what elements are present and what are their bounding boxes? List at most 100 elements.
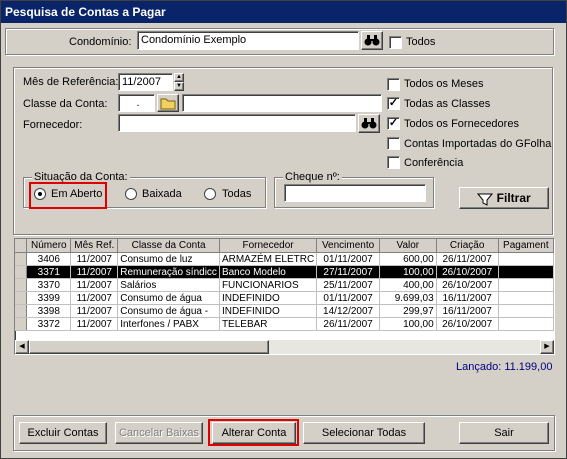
table-cell: Remuneração síndicc <box>117 265 220 279</box>
excluir-contas-button[interactable]: Excluir Contas <box>19 422 107 444</box>
todos-meses-checkbox[interactable] <box>387 78 400 91</box>
conferencia-checkbox[interactable] <box>387 156 400 169</box>
table-cell: FUNCIONARIOS <box>219 278 318 292</box>
todas-classes-label: Todas as Classes <box>404 98 491 110</box>
radio-todas-label: Todas <box>222 188 252 200</box>
todas-classes-checkbox[interactable]: ✓ <box>387 97 400 110</box>
cheque-label: Cheque nº: <box>283 171 342 183</box>
mes-field[interactable]: 11/2007 <box>118 73 173 91</box>
table-cell: 100,00 <box>379 317 437 331</box>
table-cell: 3399 <box>26 291 72 305</box>
scroll-left-button[interactable]: ◀ <box>15 340 29 354</box>
window: Pesquisa de Contas a Pagar Condomínio: C… <box>0 0 567 459</box>
table-cell: 26/10/2007 <box>436 265 499 279</box>
cheque-field[interactable] <box>284 184 426 202</box>
table-cell: 3371 <box>26 265 72 279</box>
col-vencimento[interactable]: Vencimento <box>316 239 380 253</box>
classe-desc-field[interactable] <box>182 94 382 112</box>
radio-baixada-label: Baixada <box>142 188 182 200</box>
table-cell: TELEBAR <box>219 317 318 331</box>
folder-icon <box>160 98 176 110</box>
accounts-table: Número Mês Ref. Classe da Conta Forneced… <box>15 239 554 331</box>
todos-meses-label: Todos os Meses <box>404 78 484 90</box>
col-pagamento[interactable]: Pagament <box>498 239 554 253</box>
table-cell: 11/2007 <box>70 291 119 305</box>
cancelar-baixas-button[interactable]: Cancelar Baixas <box>115 422 203 444</box>
todos-checkbox[interactable] <box>389 36 402 49</box>
fornecedor-field[interactable] <box>118 114 356 132</box>
table-cell: INDEFINIDO <box>219 304 318 318</box>
col-numero[interactable]: Número <box>26 239 72 253</box>
radio-baixada[interactable] <box>125 188 137 200</box>
table-cell: Banco Modelo <box>219 265 318 279</box>
table-cell: 11/2007 <box>70 252 119 266</box>
table-cell: Consumo de água - <box>117 304 220 318</box>
window-title: Pesquisa de Contas a Pagar <box>1 1 566 23</box>
classe-folder-button[interactable] <box>157 94 179 112</box>
mes-down-button[interactable]: ▼ <box>174 82 184 91</box>
col-valor[interactable]: Valor <box>379 239 437 253</box>
table-row[interactable]: 3398 11/2007 Consumo de água - INDEFINIDO 14… <box>15 304 554 318</box>
table-cell: 14/12/2007 <box>316 304 380 318</box>
table-cell <box>498 278 554 292</box>
col-fornecedor[interactable]: Fornecedor <box>219 239 318 253</box>
fornecedor-search-button[interactable] <box>358 114 380 133</box>
col-classe[interactable]: Classe da Conta <box>117 239 220 253</box>
mes-up-button[interactable]: ▲ <box>174 73 184 82</box>
table-cell: 100,00 <box>379 265 437 279</box>
funnel-icon <box>477 193 494 206</box>
todos-label: Todos <box>406 36 436 48</box>
arrow-down-icon: ▼ <box>176 83 182 89</box>
row-indicator[interactable] <box>15 317 28 331</box>
classe-code-field[interactable]: . <box>118 94 155 112</box>
grid-header-row: Número Mês Ref. Classe da Conta Forneced… <box>15 239 554 253</box>
table-cell: 26/11/2007 <box>316 317 380 331</box>
condominio-label: Condomínio: <box>69 36 132 48</box>
table-row[interactable]: 3406 11/2007 Consumo de luz ARMAZÉM ELETRC 0… <box>15 252 554 266</box>
row-indicator[interactable] <box>15 278 28 292</box>
table-cell: Consumo de água <box>117 291 220 305</box>
filtrar-button[interactable]: Filtrar <box>459 187 549 209</box>
binoculars-icon <box>361 118 377 129</box>
table-cell: INDEFINIDO <box>219 291 318 305</box>
row-indicator[interactable] <box>15 304 28 318</box>
table-row[interactable]: 3370 11/2007 Salários FUNCIONARIOS 25/11/200… <box>15 278 554 292</box>
total-lancado: Lançado: 11.199,00 <box>456 361 553 373</box>
highlight-alterar-conta <box>208 419 299 446</box>
table-cell: 16/11/2007 <box>436 304 499 318</box>
table-row[interactable]: 3399 11/2007 Consumo de água INDEFINIDO 01/1… <box>15 291 554 305</box>
todos-fornecedores-checkbox[interactable]: ✓ <box>387 117 400 130</box>
scroll-thumb[interactable] <box>29 340 269 354</box>
condominio-search-button[interactable] <box>361 31 383 50</box>
binoculars-icon <box>364 35 380 46</box>
table-cell: 9.699,03 <box>379 291 437 305</box>
table-cell: 600,00 <box>379 252 437 266</box>
horizontal-scrollbar[interactable]: ◀ ▶ <box>15 340 554 354</box>
arrow-right-icon: ▶ <box>544 343 550 350</box>
accounts-grid[interactable]: Número Mês Ref. Classe da Conta Forneced… <box>14 238 555 355</box>
sair-button[interactable]: Sair <box>459 422 549 444</box>
table-row[interactable]: 3371 11/2007 Remuneração síndicc Banco Mode… <box>15 265 554 279</box>
table-cell <box>498 265 554 279</box>
contas-importadas-checkbox[interactable] <box>387 137 400 150</box>
grid-corner <box>15 239 28 253</box>
row-indicator[interactable] <box>15 291 28 305</box>
table-cell: 11/2007 <box>70 278 119 292</box>
col-mes-ref[interactable]: Mês Ref. <box>70 239 119 253</box>
table-row[interactable]: 3372 11/2007 Interfones / PABX TELEBAR 26/11… <box>15 317 554 331</box>
table-cell: 11/2007 <box>70 265 119 279</box>
selecionar-todas-button[interactable]: Selecionar Todas <box>303 422 425 444</box>
scroll-right-button[interactable]: ▶ <box>540 340 554 354</box>
radio-todas[interactable] <box>204 188 216 200</box>
conferencia-label: Conferência <box>404 157 464 169</box>
col-criacao[interactable]: Criação <box>436 239 499 253</box>
row-indicator[interactable] <box>15 265 28 279</box>
table-cell: 26/10/2007 <box>436 317 499 331</box>
table-cell: 27/11/2007 <box>316 265 380 279</box>
table-cell: 3372 <box>26 317 72 331</box>
table-cell: 25/11/2007 <box>316 278 380 292</box>
condominio-field[interactable]: Condomínio Exemplo <box>137 31 359 50</box>
row-indicator[interactable] <box>15 252 28 266</box>
filter-panel <box>13 67 553 235</box>
table-cell: 01/11/2007 <box>316 252 380 266</box>
